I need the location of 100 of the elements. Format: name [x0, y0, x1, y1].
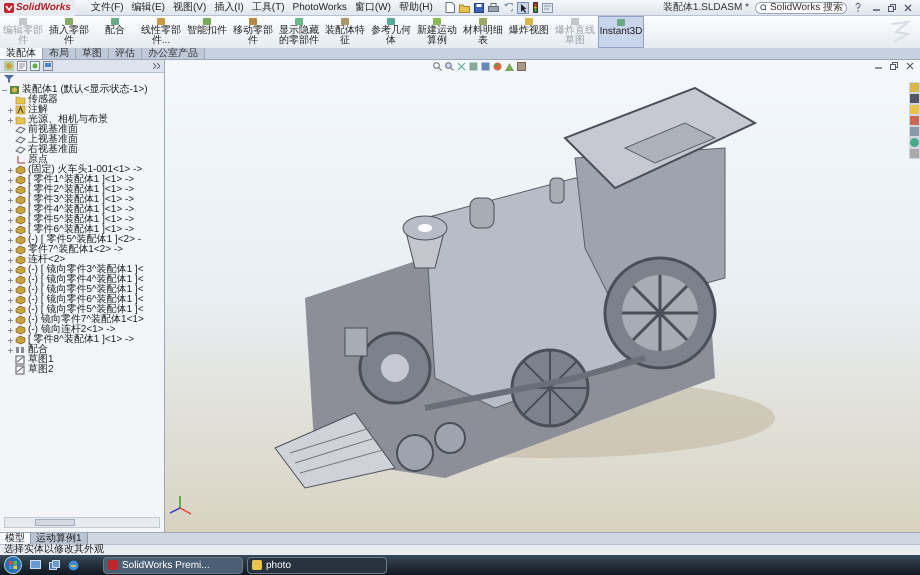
tree-item[interactable]: 传感器 [28, 95, 58, 105]
ribbon-tab[interactable]: 草图 [76, 48, 109, 59]
menu-item[interactable]: 编辑(E) [132, 2, 165, 12]
model-tab[interactable]: 模型 [0, 533, 31, 544]
command-button[interactable]: 智能扣件 [184, 16, 230, 48]
expand-icon[interactable] [8, 118, 13, 122]
command-button[interactable]: 爆炸视图 [506, 16, 552, 48]
expand-icon[interactable] [8, 268, 13, 272]
model-tab[interactable]: 运动算例1 [31, 533, 88, 544]
menu-item[interactable]: 工具(T) [252, 2, 285, 12]
tree-item[interactable]: (-) [ 镜向零件5^装配体1 ]< [28, 285, 144, 295]
command-button[interactable]: 装配体特征 [322, 16, 368, 48]
appearances-icon[interactable] [910, 138, 919, 147]
command-button[interactable]: Instant3D [598, 16, 644, 48]
expand-icon[interactable] [8, 318, 13, 322]
filter-icon[interactable] [4, 75, 14, 83]
tree-item[interactable]: [ 零件3^装配体1 ]<1> -> [28, 195, 134, 205]
scene-icon[interactable] [505, 62, 514, 71]
tree-item[interactable]: 草图2 [28, 365, 54, 375]
horizontal-scrollbar-thumb[interactable] [35, 519, 75, 526]
expand-icon[interactable] [8, 178, 13, 182]
search-field[interactable]: SolidWorks 搜索 [755, 2, 847, 14]
expand-icon[interactable] [8, 308, 13, 312]
expand-icon[interactable] [8, 218, 13, 222]
tree-item[interactable]: (-) [ 镜向零件6^装配体1 ]< [28, 295, 144, 305]
window-switcher-icon[interactable] [49, 560, 60, 570]
view-orientation-icon[interactable] [469, 62, 478, 71]
expand-icon[interactable] [8, 338, 13, 342]
expand-icon[interactable] [8, 258, 13, 262]
tree-item[interactable]: (-) [ 镜向零件4^装配体1 ]< [28, 275, 144, 285]
taskbar-button[interactable]: SolidWorks Premi... [103, 556, 243, 574]
expand-icon[interactable] [8, 348, 13, 352]
graphics-viewport[interactable] [165, 60, 920, 532]
expand-icon[interactable] [8, 288, 13, 292]
section-view-icon[interactable] [457, 62, 466, 71]
command-button[interactable]: 插入零部件 [46, 16, 92, 48]
taskbar-button[interactable]: photo [247, 556, 387, 574]
menu-item[interactable]: 文件(F) [90, 2, 124, 12]
display-tab-icon[interactable] [43, 61, 53, 71]
new-document-icon[interactable] [444, 2, 455, 13]
tree-item[interactable]: (-) [ 镜向零件3^装配体1 ]< [28, 265, 144, 275]
tree-item[interactable]: (-) 镜向零件7^装配体1<1> [28, 315, 144, 325]
menu-item[interactable]: 帮助(H) [398, 2, 433, 12]
save-icon[interactable] [474, 2, 484, 12]
open-folder-icon[interactable] [458, 2, 470, 12]
command-button[interactable]: 配合 [92, 16, 138, 48]
tree-item[interactable]: 草图1 [28, 355, 54, 365]
restore-icon[interactable] [890, 62, 898, 70]
command-button[interactable]: 参考几何体 [368, 16, 414, 48]
start-button-icon[interactable] [4, 556, 22, 574]
expand-icon[interactable] [8, 238, 13, 242]
property-tab-icon[interactable] [17, 61, 27, 71]
help-icon[interactable] [855, 3, 861, 12]
expand-icon[interactable] [8, 108, 13, 112]
menu-item[interactable]: 窗口(W) [354, 2, 391, 12]
tree-item[interactable]: 原点 [28, 155, 48, 165]
zoom-to-fit-icon[interactable] [433, 62, 442, 71]
display-style-icon[interactable] [481, 62, 490, 71]
ribbon-tab[interactable]: 装配体 [0, 48, 43, 59]
undo-icon[interactable] [502, 2, 513, 12]
expand-icon[interactable] [8, 198, 13, 202]
tree-item[interactable]: 连杆<2> [28, 255, 66, 265]
expand-icon[interactable] [8, 208, 13, 212]
expand-icon[interactable] [8, 168, 13, 172]
tree-item[interactable]: [ 零件2^装配体1 ]<1> -> [28, 185, 134, 195]
traffic-light-icon[interactable] [532, 2, 538, 13]
tree-item[interactable]: 零件7^装配体1<2> -> [28, 245, 124, 255]
expand-icon[interactable] [8, 248, 13, 252]
tree-item[interactable]: 注解 [28, 105, 48, 115]
app-logo[interactable]: SolidWorks [0, 0, 75, 16]
command-button[interactable]: 线性零部件... [138, 16, 184, 48]
tree-item[interactable]: [ 零件8^装配体1 ]<1> -> [28, 335, 134, 345]
appearance-icon[interactable] [493, 62, 502, 71]
tree-item[interactable]: (-) 镜向连杆2<1> -> [28, 325, 116, 335]
ribbon-tab[interactable]: 评估 [109, 48, 142, 59]
tree-item[interactable]: [ 零件1^装配体1 ]<1> -> [28, 175, 134, 185]
tree-item[interactable]: [ 零件6^装配体1 ]<1> -> [28, 225, 134, 235]
command-button[interactable]: 移动零部件 [230, 16, 276, 48]
expand-icon[interactable] [8, 228, 13, 232]
expand-icon[interactable] [8, 328, 13, 332]
command-button[interactable]: 显示隐藏的零部件 [276, 16, 322, 48]
expand-icon[interactable] [8, 188, 13, 192]
zoom-area-icon[interactable] [445, 62, 454, 71]
tree-item[interactable]: 右视基准面 [28, 145, 78, 155]
menu-item[interactable]: 视图(V) [172, 2, 206, 12]
collapse-icon[interactable] [2, 88, 7, 92]
view-settings-icon[interactable] [517, 62, 526, 71]
expand-icon[interactable] [8, 278, 13, 282]
tree-item[interactable]: (固定) 火车头1-001<1> -> [28, 165, 142, 175]
tree-item[interactable]: [ 零件5^装配体1 ]<1> -> [28, 215, 134, 225]
tree-item[interactable]: 上视基准面 [28, 135, 78, 145]
expand-panel-icon[interactable] [153, 63, 160, 69]
tree-item[interactable]: 光源、相机与布景 [28, 115, 108, 125]
options-icon[interactable] [542, 2, 553, 12]
tree-item[interactable]: 前视基准面 [28, 125, 78, 135]
configuration-tab-icon[interactable] [30, 61, 40, 71]
tree-item[interactable]: 配合 [28, 345, 48, 355]
tree-item[interactable]: (-) [ 零件5^装配体1 ]<2> - [28, 235, 142, 245]
menu-item[interactable]: 插入(I) [214, 2, 244, 12]
tree-item[interactable]: [ 零件4^装配体1 ]<1> -> [28, 205, 134, 215]
